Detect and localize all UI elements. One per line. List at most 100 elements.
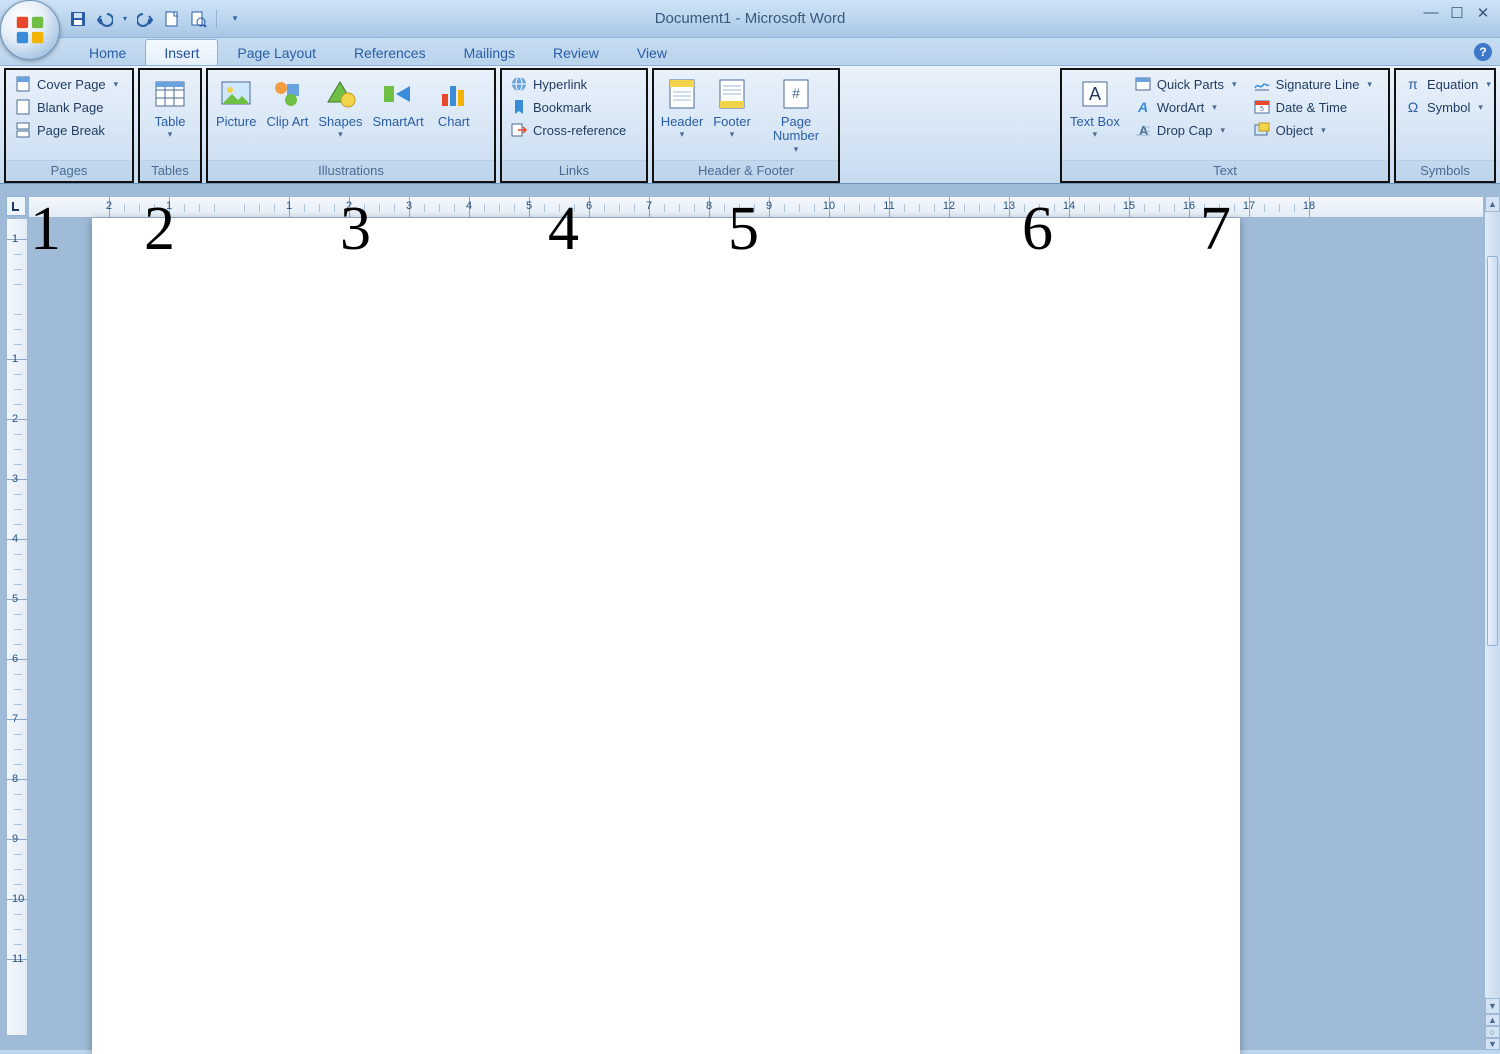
overlay-4: 4 [548, 194, 579, 265]
close-button[interactable]: ✕ [1472, 4, 1494, 22]
browse-object-button[interactable]: ○ [1485, 1026, 1500, 1038]
group-text: A Text Box ▾ Quick Parts A WordArt A Dro… [1060, 68, 1390, 183]
symbol-button[interactable]: Ω Symbol [1400, 96, 1495, 118]
office-button[interactable] [0, 0, 60, 60]
prev-page-button[interactable]: ▲ [1485, 1014, 1500, 1026]
group-links-label: Links [502, 160, 646, 181]
undo-dropdown[interactable]: ▾ [120, 9, 130, 29]
help-button[interactable]: ? [1474, 43, 1492, 61]
group-tables-label: Tables [140, 160, 200, 181]
group-pages: Cover Page Blank Page Page Break Pages [4, 68, 134, 183]
clipart-icon [269, 76, 305, 112]
header-icon [664, 76, 700, 112]
signature-line-button[interactable]: Signature Line [1249, 73, 1376, 95]
blank-page-label: Blank Page [37, 100, 104, 115]
next-page-button[interactable]: ▼ [1485, 1038, 1500, 1050]
smartart-button[interactable]: SmartArt [368, 73, 427, 131]
smartart-icon [380, 76, 416, 112]
chart-button[interactable]: Chart [430, 73, 478, 131]
quick-parts-button[interactable]: Quick Parts [1130, 73, 1241, 95]
date-time-icon: 5 [1253, 98, 1271, 116]
header-button[interactable]: Header ▾ [658, 73, 706, 142]
text-box-button[interactable]: A Text Box ▾ [1066, 73, 1124, 142]
tab-references[interactable]: References [335, 39, 445, 65]
redo-button[interactable] [136, 9, 156, 29]
overlay-1: 1 [30, 194, 61, 265]
symbol-label: Symbol [1427, 100, 1470, 115]
maximize-button[interactable]: ☐ [1446, 4, 1468, 22]
quick-parts-label: Quick Parts [1157, 77, 1224, 92]
save-button[interactable] [68, 9, 88, 29]
browse-object-nav: ▲ ○ ▼ [1485, 1014, 1500, 1050]
svg-text:A: A [1089, 84, 1101, 104]
ribbon: Cover Page Blank Page Page Break Pages T… [0, 66, 1500, 184]
date-time-label: Date & Time [1276, 100, 1348, 115]
vertical-scrollbar[interactable]: ▲ ▼ ▲ ○ ▼ [1484, 196, 1500, 1050]
cover-page-button[interactable]: Cover Page [10, 73, 122, 95]
text-box-dropdown-arrow: ▾ [1093, 129, 1098, 140]
object-button[interactable]: Object [1249, 119, 1376, 141]
page-break-icon [14, 121, 32, 139]
overlay-6: 6 [1022, 194, 1053, 265]
hyperlink-button[interactable]: Hyperlink [506, 73, 630, 95]
group-symbols: π Equation Ω Symbol Symbols [1394, 68, 1496, 183]
date-time-button[interactable]: 5 Date & Time [1249, 96, 1376, 118]
picture-button[interactable]: Picture [212, 73, 260, 131]
page-break-button[interactable]: Page Break [10, 119, 122, 141]
header-label: Header [661, 115, 704, 129]
page-number-button[interactable]: # Page Number ▾ [758, 73, 834, 157]
equation-button[interactable]: π Equation [1400, 73, 1495, 95]
vertical-ruler[interactable]: 11234567891011 [6, 218, 28, 1036]
cross-reference-button[interactable]: Cross-reference [506, 119, 630, 141]
overlay-7: 7 [1200, 194, 1231, 265]
tab-page-layout[interactable]: Page Layout [218, 39, 335, 65]
overlay-5: 5 [728, 194, 759, 265]
svg-text:Ω: Ω [1408, 99, 1418, 115]
footer-button[interactable]: Footer ▾ [708, 73, 756, 142]
cover-page-label: Cover Page [37, 77, 106, 92]
tab-home[interactable]: Home [70, 39, 145, 65]
wordart-label: WordArt [1157, 100, 1204, 115]
drop-cap-button[interactable]: A Drop Cap [1130, 119, 1241, 141]
window-controls: — ☐ ✕ [1420, 4, 1494, 22]
tab-selector[interactable] [6, 196, 26, 216]
scroll-up-button[interactable]: ▲ [1485, 196, 1500, 212]
new-doc-icon [163, 10, 181, 28]
scroll-thumb[interactable] [1487, 256, 1498, 646]
table-button[interactable]: Table ▾ [146, 73, 194, 142]
qat-customize[interactable]: ▾ [225, 9, 245, 29]
undo-icon [95, 10, 113, 28]
undo-button[interactable] [94, 9, 114, 29]
cross-reference-icon [510, 121, 528, 139]
table-label: Table [154, 115, 185, 129]
wordart-button[interactable]: A WordArt [1130, 96, 1241, 118]
new-doc-button[interactable] [162, 9, 182, 29]
shapes-icon [322, 76, 358, 112]
scroll-down-button[interactable]: ▼ [1485, 998, 1500, 1014]
footer-label: Footer [713, 115, 751, 129]
shapes-button[interactable]: Shapes ▾ [314, 73, 366, 142]
blank-page-button[interactable]: Blank Page [10, 96, 122, 118]
svg-text:π: π [1408, 76, 1418, 92]
shapes-dropdown-arrow: ▾ [338, 129, 343, 140]
group-header-footer-label: Header & Footer [654, 160, 838, 181]
smartart-label: SmartArt [372, 115, 423, 129]
hyperlink-label: Hyperlink [533, 77, 587, 92]
clipart-label: Clip Art [266, 115, 308, 129]
tab-insert[interactable]: Insert [145, 39, 218, 65]
tab-mailings[interactable]: Mailings [445, 39, 534, 65]
minimize-button[interactable]: — [1420, 4, 1442, 22]
tab-view[interactable]: View [618, 39, 686, 65]
print-preview-button[interactable] [188, 9, 208, 29]
overlay-2: 2 [144, 194, 175, 265]
tab-review[interactable]: Review [534, 39, 618, 65]
document-page[interactable] [92, 218, 1240, 1054]
equation-label: Equation [1427, 77, 1478, 92]
group-pages-label: Pages [6, 160, 132, 181]
ribbon-tabs: Home Insert Page Layout References Maili… [0, 38, 1500, 66]
text-box-icon: A [1077, 76, 1113, 112]
clipart-button[interactable]: Clip Art [262, 73, 312, 131]
equation-icon: π [1404, 75, 1422, 93]
drop-cap-icon: A [1134, 121, 1152, 139]
bookmark-button[interactable]: Bookmark [506, 96, 630, 118]
